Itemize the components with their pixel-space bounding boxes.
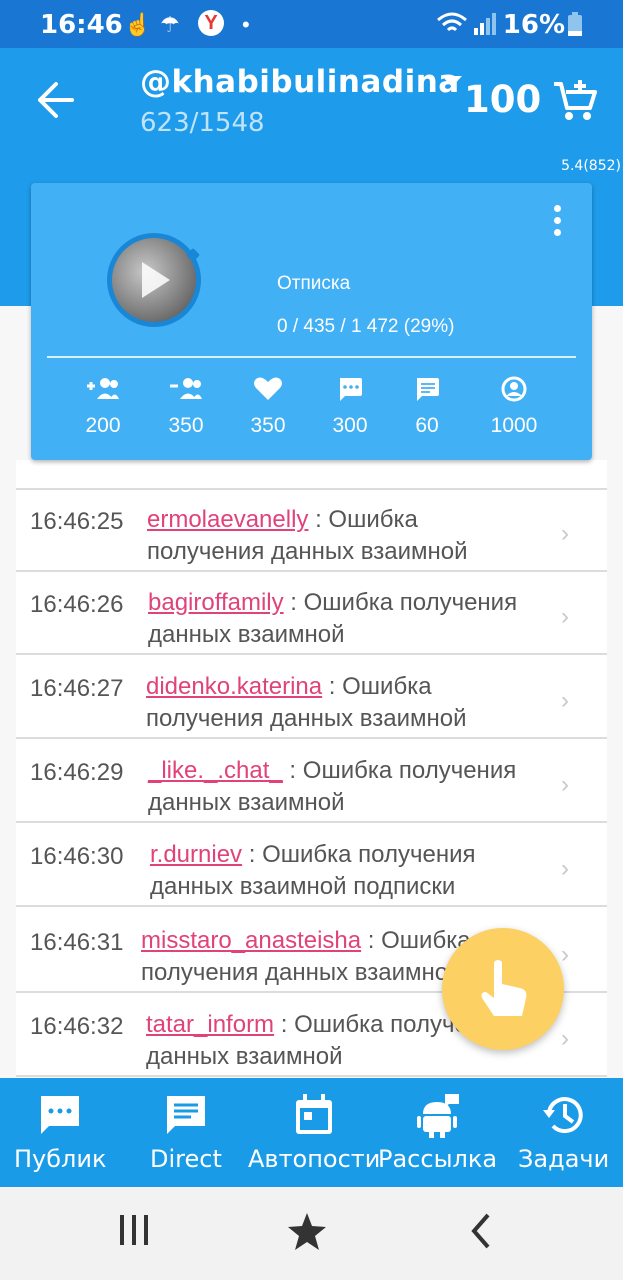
android-icon xyxy=(416,1094,459,1138)
chevron-right-icon: › xyxy=(561,1025,569,1052)
log-row[interactable]: 16:46:27 didenko.katerina : Ошибка получ… xyxy=(16,657,607,739)
status-time: 16:46 xyxy=(40,10,123,40)
task-label: Отписка xyxy=(277,273,351,294)
add-to-cart-icon[interactable] xyxy=(552,78,598,124)
add-user-icon xyxy=(87,378,119,399)
log-message: r.durniev : Ошибка получения данных взаи… xyxy=(150,841,476,900)
wifi-icon xyxy=(437,12,467,32)
log-time: 16:46:29 xyxy=(30,759,124,786)
comment-icon xyxy=(340,378,362,401)
touch-icon: ☝ xyxy=(124,12,152,37)
credits-balance: 100 xyxy=(464,78,542,121)
log-row[interactable]: 16:46:29 _like._.chat_ : Ошибка получени… xyxy=(16,741,607,823)
log-username[interactable]: ermolaevanelly xyxy=(147,506,308,533)
log-username[interactable]: tatar_inform xyxy=(146,1011,274,1038)
yandex-icon: Y xyxy=(198,10,224,36)
status-bar: 16:46 ☝ ☂ Y • 16% xyxy=(0,0,623,48)
avatar[interactable] xyxy=(107,233,201,327)
heart-icon xyxy=(254,377,282,400)
account-circle-icon xyxy=(501,376,527,402)
card-divider xyxy=(47,356,576,358)
nav-mailing[interactable]: Рассылка xyxy=(378,1092,497,1173)
task-card[interactable]: Отписка 0 / 435 / 1 472 (29%) 200 350 35… xyxy=(31,183,592,460)
chevron-right-icon: › xyxy=(561,520,569,547)
home-star-icon[interactable] xyxy=(286,1211,328,1253)
nav-direct[interactable]: Direct xyxy=(150,1092,222,1173)
signal-icon xyxy=(474,13,496,35)
log-row[interactable]: 16:46:26 bagiroffamily : Ошибка получени… xyxy=(16,573,607,655)
log-message: didenko.katerina : Ошибка получения данн… xyxy=(146,673,467,732)
chevron-right-icon: › xyxy=(561,855,569,882)
task-progress: 0 / 435 / 1 472 (29%) xyxy=(277,316,455,337)
back-arrow-icon[interactable] xyxy=(34,78,78,122)
tap-action-button[interactable] xyxy=(442,928,564,1050)
bottom-navigation: Публик Direct Автопости Рассылка Задачи xyxy=(0,1078,623,1187)
log-message: ermolaevanelly : Ошибка получения данных… xyxy=(147,506,468,565)
chevron-right-icon: › xyxy=(561,603,569,630)
account-counts: 623/1548 xyxy=(140,108,265,138)
stat-likes: 350 xyxy=(223,375,313,438)
recent-apps-icon[interactable] xyxy=(116,1211,152,1251)
battery-icon xyxy=(568,12,582,36)
chat-bubble-icon xyxy=(41,1096,80,1134)
log-row[interactable]: 16:46:30 r.durniev : Ошибка получения да… xyxy=(16,825,607,907)
log-username[interactable]: didenko.katerina xyxy=(146,673,322,700)
log-time: 16:46:27 xyxy=(30,675,124,702)
app-bar: @khabibulinadina 623/1548 100 xyxy=(0,48,623,156)
log-row[interactable] xyxy=(16,460,607,490)
chevron-right-icon: › xyxy=(561,771,569,798)
log-time: 16:46:30 xyxy=(30,843,124,870)
chevron-right-icon: › xyxy=(561,941,569,968)
nav-public[interactable]: Публик xyxy=(14,1092,106,1173)
more-options-icon[interactable] xyxy=(554,205,562,241)
log-message: _like._.chat_ : Ошибка получения данных … xyxy=(148,757,517,816)
log-time: 16:46:25 xyxy=(30,508,124,535)
log-time: 16:46:31 xyxy=(30,929,124,956)
log-time: 16:46:32 xyxy=(30,1013,124,1040)
account-name[interactable]: @khabibulinadina xyxy=(140,64,460,100)
remove-user-icon xyxy=(170,378,202,399)
umbrella-icon: ☂ xyxy=(160,12,180,37)
log-username[interactable]: bagiroffamily xyxy=(148,589,284,616)
stat-messages: 60 xyxy=(382,375,472,438)
stat-follow: 200 xyxy=(58,375,148,438)
message-icon xyxy=(417,378,439,401)
log-username[interactable]: _like._.chat_ xyxy=(148,757,283,784)
chevron-right-icon: › xyxy=(561,687,569,714)
more-notifications-icon: • xyxy=(242,12,250,37)
log-username[interactable]: misstaro_anasteisha xyxy=(141,927,361,954)
play-icon xyxy=(142,262,170,298)
log-message: bagiroffamily : Ошибка получения данных … xyxy=(148,589,518,648)
stat-unfollow: 350 xyxy=(141,375,231,438)
nav-autopost[interactable]: Автопости xyxy=(248,1092,380,1173)
calendar-icon xyxy=(296,1094,333,1134)
back-icon[interactable] xyxy=(466,1211,496,1251)
message-icon xyxy=(166,1096,205,1134)
log-row[interactable]: 16:46:25 ermolaevanelly : Ошибка получен… xyxy=(16,490,607,572)
touch-hand-icon xyxy=(481,960,527,1016)
account-dropdown-icon[interactable] xyxy=(442,76,462,87)
system-navigation-bar xyxy=(0,1187,623,1280)
log-time: 16:46:26 xyxy=(30,591,124,618)
battery-percent: 16% xyxy=(502,10,565,40)
history-icon xyxy=(542,1097,583,1134)
log-username[interactable]: r.durniev xyxy=(150,841,242,868)
stat-stories: 1000 xyxy=(469,375,559,438)
app-version: 5.4(852) xyxy=(561,158,621,174)
nav-tasks[interactable]: Задачи xyxy=(518,1092,609,1173)
